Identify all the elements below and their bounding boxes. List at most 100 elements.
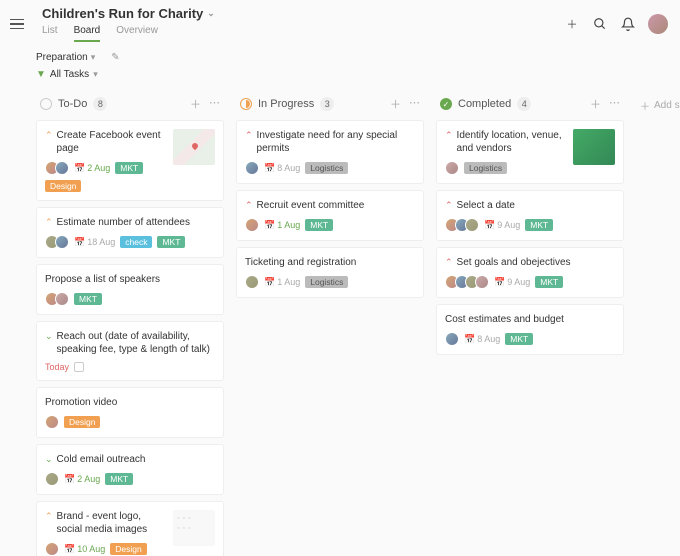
calendar-icon: 📅 — [464, 334, 475, 345]
assignee-avatar — [45, 415, 59, 429]
assignee-avatar — [465, 218, 479, 232]
tag-mkt: MKT — [105, 473, 133, 485]
tag-mkt: MKT — [525, 219, 553, 231]
add-stage-button[interactable]: ＋ Add sta — [636, 90, 680, 121]
card-title: Select a date — [457, 199, 615, 212]
plus-icon: ＋ — [640, 98, 650, 113]
priority-high-icon: ⌃ — [245, 200, 253, 211]
pencil-icon[interactable]: ✎ — [111, 52, 119, 63]
due-date: 📅1 Aug — [264, 220, 300, 231]
task-card[interactable]: ⌃Brand - event logo, social media images… — [36, 501, 224, 556]
tag-mkt: MKT — [305, 219, 333, 231]
assignees — [245, 218, 259, 232]
assignees — [45, 542, 59, 556]
card-title: Estimate number of attendees — [57, 216, 215, 229]
filter-label[interactable]: All Tasks — [50, 69, 89, 80]
column-title: Completed — [458, 98, 511, 110]
due-date: 📅9 Aug — [494, 277, 530, 288]
task-card[interactable]: ⌃Create Facebook event page📅2 AugMKTDesi… — [36, 120, 224, 201]
assignee-avatar — [475, 275, 489, 289]
assignees — [445, 218, 479, 232]
column-header: ✓ Completed 4 ＋ ⋯ — [436, 90, 624, 120]
due-date: Today — [45, 362, 69, 372]
tag-mkt: MKT — [505, 333, 533, 345]
calendar-icon: 📅 — [484, 220, 495, 231]
task-card[interactable]: ⌄Cold email outreach📅2 AugMKT — [36, 444, 224, 495]
priority-down-icon: ⌄ — [45, 331, 53, 342]
due-date: 📅8 Aug — [264, 163, 300, 174]
task-card[interactable]: ⌃ Recruit event committee 📅1 Aug MKT — [236, 190, 424, 241]
chevron-down-icon: ▾ — [93, 69, 98, 80]
task-card[interactable]: ⌃Select a date📅9 AugMKT — [436, 190, 624, 241]
card-title: Investigate need for any special permits — [257, 129, 415, 155]
tag-mkt: MKT — [157, 236, 185, 248]
calendar-icon: 📅 — [64, 474, 75, 485]
status-icon-todo — [40, 98, 52, 110]
more-icon[interactable]: ⋯ — [209, 96, 220, 112]
task-card[interactable]: Cost estimates and budget📅8 AugMKT — [436, 304, 624, 355]
due-date: 📅8 Aug — [464, 334, 500, 345]
assignee-avatar — [55, 292, 69, 306]
add-icon[interactable]: ＋ — [564, 16, 580, 32]
search-icon[interactable] — [592, 16, 608, 32]
assignee-avatar — [55, 161, 69, 175]
column-completed: ✓ Completed 4 ＋ ⋯ ⌃Identify location, ve… — [436, 90, 624, 361]
task-card[interactable]: ⌃ Investigate need for any special permit… — [236, 120, 424, 184]
column-todo: To-Do 8 ＋ ⋯ ⌃Create Facebook event page📅… — [36, 90, 224, 556]
task-card[interactable]: ⌃Estimate number of attendees📅18 Augchec… — [36, 207, 224, 258]
assignee-avatar — [245, 218, 259, 232]
add-card-icon[interactable]: ＋ — [390, 96, 401, 112]
task-card[interactable]: ⌄ Reach out (date of availability, speaki… — [36, 321, 224, 381]
priority-high-icon: ⌃ — [245, 130, 253, 141]
tag-logistics: Logistics — [305, 162, 348, 174]
card-thumbnail — [173, 129, 215, 165]
assignees — [45, 415, 59, 429]
title-text: Children's Run for Charity — [42, 6, 203, 21]
add-card-icon[interactable]: ＋ — [590, 96, 601, 112]
status-icon-done: ✓ — [440, 98, 452, 110]
task-card[interactable]: ⌃Identify location, venue, and vendorsLo… — [436, 120, 624, 184]
card-title: Cold email outreach — [57, 453, 215, 466]
priority-high-icon: ⌃ — [445, 257, 453, 268]
tab-list[interactable]: List — [42, 25, 58, 42]
status-icon-progress — [240, 98, 252, 110]
column-in-progress: In Progress 3 ＋ ⋯ ⌃Investigate need for … — [236, 90, 424, 304]
tag-logistics: Logistics — [305, 276, 348, 288]
add-card-icon[interactable]: ＋ — [190, 96, 201, 112]
calendar-icon: 📅 — [264, 220, 275, 231]
hamburger-icon[interactable] — [10, 15, 28, 33]
due-date: 📅9 Aug — [484, 220, 520, 231]
assignees — [45, 472, 59, 486]
view-selector[interactable]: Preparation ▾ — [36, 52, 95, 63]
tab-board[interactable]: Board — [74, 25, 101, 42]
assignee-avatar — [55, 235, 69, 249]
task-card[interactable]: Propose a list of speakersMKT — [36, 264, 224, 315]
priority-up-icon: ⌃ — [45, 130, 53, 141]
assignees — [45, 161, 69, 175]
page-title[interactable]: Children's Run for Charity ⌄ — [42, 6, 564, 21]
chevron-down-icon: ▾ — [91, 52, 96, 63]
more-icon[interactable]: ⋯ — [409, 96, 420, 112]
user-avatar[interactable] — [648, 14, 668, 34]
card-thumbnail — [173, 510, 215, 546]
card-title: Ticketing and registration — [245, 256, 415, 269]
task-card[interactable]: Promotion videoDesign — [36, 387, 224, 438]
more-icon[interactable]: ⋯ — [609, 96, 620, 112]
assignee-avatar — [45, 472, 59, 486]
task-card[interactable]: ⌃Set goals and obejectives📅9 AugMKT — [436, 247, 624, 298]
column-count: 8 — [93, 97, 107, 111]
due-date: 📅1 Aug — [264, 277, 300, 288]
tab-overview[interactable]: Overview — [116, 25, 158, 42]
card-title: Recruit event committee — [257, 199, 415, 212]
subbar: Preparation ▾ ✎ — [0, 42, 680, 69]
due-date: 📅2 Aug — [64, 474, 100, 485]
calendar-icon: 📅 — [74, 237, 85, 248]
card-title: Reach out (date of availability, speakin… — [57, 330, 215, 356]
assignee-avatar — [45, 542, 59, 556]
column-header: To-Do 8 ＋ ⋯ — [36, 90, 224, 120]
assignees — [445, 332, 459, 346]
bell-icon[interactable] — [620, 16, 636, 32]
priority-up-icon: ⌃ — [45, 511, 53, 522]
task-card[interactable]: Ticketing and registration 📅1 Aug Logistic… — [236, 247, 424, 298]
calendar-icon: 📅 — [264, 277, 275, 288]
